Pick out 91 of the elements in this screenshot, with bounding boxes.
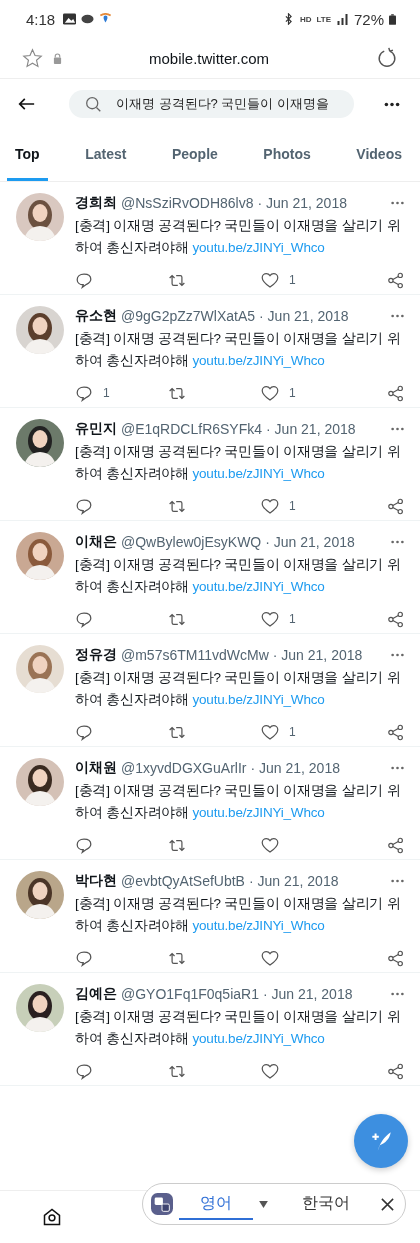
tweet-text: [충격] 이재명 공격된다? 국민들이 이재명을 살리기 위하여 총신자려야해 youtu.be/zJINYi_Whco	[75, 782, 402, 822]
tweet-text: [충격] 이재명 공격된다? 국민들이 이재명을 살리기 위하여 총신자려야해 youtu.be/zJINYi_Whco	[75, 330, 402, 370]
share-icon[interactable]	[387, 836, 405, 854]
tweet-text: [충격] 이재명 공격된다? 국민들이 이재명을 살리기 위하여 총신자려야해 youtu.be/zJINYi_Whco	[75, 556, 402, 596]
search-field[interactable]: 이재명 공격된다? 국민들이 이재명을	[69, 90, 354, 118]
share-icon[interactable]	[387, 271, 405, 289]
heart-icon[interactable]	[261, 384, 279, 402]
star-icon[interactable]	[22, 47, 43, 69]
reply-icon[interactable]	[75, 610, 93, 628]
author-name[interactable]: 경희최	[75, 194, 117, 212]
author-name[interactable]: 정유경	[75, 646, 117, 664]
tweet-text: [충격] 이재명 공격된다? 국민들이 이재명을 살리기 위하여 총신자려야해 youtu.be/zJINYi_Whco	[75, 669, 402, 709]
tweet-date[interactable]: · Jun 21, 2018	[266, 421, 356, 437]
like-count: 1	[289, 273, 296, 287]
author-handle: @evbtQyAtSefUbtB	[121, 873, 245, 889]
share-icon[interactable]	[387, 949, 405, 967]
author-name[interactable]: 이채은	[75, 533, 117, 551]
battery-level: 72%	[353, 10, 384, 28]
heart-icon[interactable]	[261, 271, 279, 289]
reply-icon[interactable]	[75, 949, 93, 967]
like-count: 1	[289, 386, 296, 400]
reply-icon[interactable]	[75, 497, 93, 515]
share-icon[interactable]	[387, 384, 405, 402]
location-icon	[99, 13, 113, 25]
author-handle: @GYO1Fq1F0q5iaR1	[121, 986, 259, 1002]
author-name[interactable]: 유소현	[75, 307, 117, 325]
home-icon[interactable]	[42, 1207, 62, 1227]
lock-icon	[53, 52, 62, 64]
tweet-text: [충격] 이재명 공격된다? 국민들이 이재명을 살리기 위하여 총신자려야해 youtu.be/zJINYi_Whco	[75, 895, 402, 935]
author-name[interactable]: 유민지	[75, 420, 117, 438]
author-handle: @9gG2pZz7WlXatA5	[121, 308, 256, 324]
network-label: LTE	[316, 14, 331, 24]
more-icon[interactable]	[384, 101, 400, 107]
share-icon[interactable]	[387, 1062, 405, 1080]
tweet-date[interactable]: · Jun 21, 2018	[250, 760, 340, 776]
heart-icon[interactable]	[261, 497, 279, 515]
heart-icon[interactable]	[261, 949, 279, 967]
tab[interactable]: People	[163, 129, 226, 181]
tab[interactable]: Videos	[348, 129, 410, 181]
cloud-icon	[81, 13, 95, 25]
language-tab[interactable]: 영어	[179, 1188, 253, 1220]
status-time: 4:18	[26, 10, 56, 28]
back-arrow-icon[interactable]	[18, 97, 35, 111]
language-tab[interactable]: 한국어	[292, 1188, 360, 1220]
author-handle: @QwBylew0jEsyKWQ	[121, 534, 262, 550]
heart-icon[interactable]	[261, 1062, 279, 1080]
heart-icon[interactable]	[261, 836, 279, 854]
gallery-icon	[63, 13, 77, 25]
heart-icon[interactable]	[261, 723, 279, 741]
like-count: 1	[289, 725, 296, 739]
tweet-date[interactable]: · Jun 21, 2018	[257, 195, 347, 211]
tweet-date[interactable]: · Jun 21, 2018	[248, 873, 339, 889]
share-icon[interactable]	[387, 723, 405, 741]
tweet-text: [충격] 이재명 공격된다? 국민들이 이재명을 살리기 위하여 총신자려야해 youtu.be/zJINYi_Whco	[75, 1008, 402, 1048]
tweet-date[interactable]: · Jun 21, 2018	[265, 534, 355, 550]
reply-icon[interactable]	[75, 271, 93, 289]
reply-icon[interactable]	[75, 1062, 93, 1080]
tweet-date[interactable]: · Jun 21, 2018	[272, 647, 363, 663]
compose-button[interactable]	[354, 1114, 408, 1168]
reply-icon[interactable]	[75, 836, 93, 854]
like-count: 1	[289, 499, 296, 513]
hd-label: HD	[299, 14, 312, 24]
author-handle: @E1qRDCLfR6SYFk4	[121, 421, 263, 437]
tweet-date[interactable]: · Jun 21, 2018	[262, 986, 353, 1002]
signal-icon	[335, 13, 349, 25]
author-name[interactable]: 이채원	[75, 759, 117, 777]
reload-icon[interactable]	[376, 47, 398, 69]
battery-icon	[389, 13, 396, 25]
reply-icon[interactable]	[75, 384, 93, 402]
share-icon[interactable]	[387, 610, 405, 628]
tab[interactable]: Latest	[77, 129, 135, 181]
search-icon	[85, 95, 102, 113]
url-text[interactable]: mobile.twitter.com	[72, 49, 346, 67]
author-handle: @NsSziRvODH86lv8	[121, 195, 254, 211]
tweet-text: [충격] 이재명 공격된다? 국민들이 이재명을 살리기 위하여 총신자려야해 youtu.be/zJINYi_Whco	[75, 443, 402, 483]
tab[interactable]: Top	[7, 129, 48, 181]
author-name[interactable]: 김예은	[75, 985, 117, 1003]
like-count: 1	[289, 612, 296, 626]
reply-count: 1	[103, 386, 110, 400]
tweet-text: [충격] 이재명 공격된다? 국민들이 이재명을 살리기 위하여 총신자려야해 youtu.be/zJINYi_Whco	[75, 217, 402, 257]
author-name[interactable]: 박다현	[75, 872, 117, 890]
reply-icon[interactable]	[75, 723, 93, 741]
tab[interactable]: Photos	[255, 129, 319, 181]
author-handle: @1xyvdDGXGuArlIr	[121, 760, 247, 776]
caret-icon[interactable]	[259, 1200, 268, 1208]
author-handle: @m57s6TM11vdWcMw	[121, 647, 269, 663]
close-icon[interactable]	[380, 1196, 395, 1212]
tweet-date[interactable]: · Jun 21, 2018	[259, 308, 349, 324]
heart-icon[interactable]	[261, 610, 279, 628]
share-icon[interactable]	[387, 497, 405, 515]
translate-icon[interactable]	[151, 1193, 173, 1215]
